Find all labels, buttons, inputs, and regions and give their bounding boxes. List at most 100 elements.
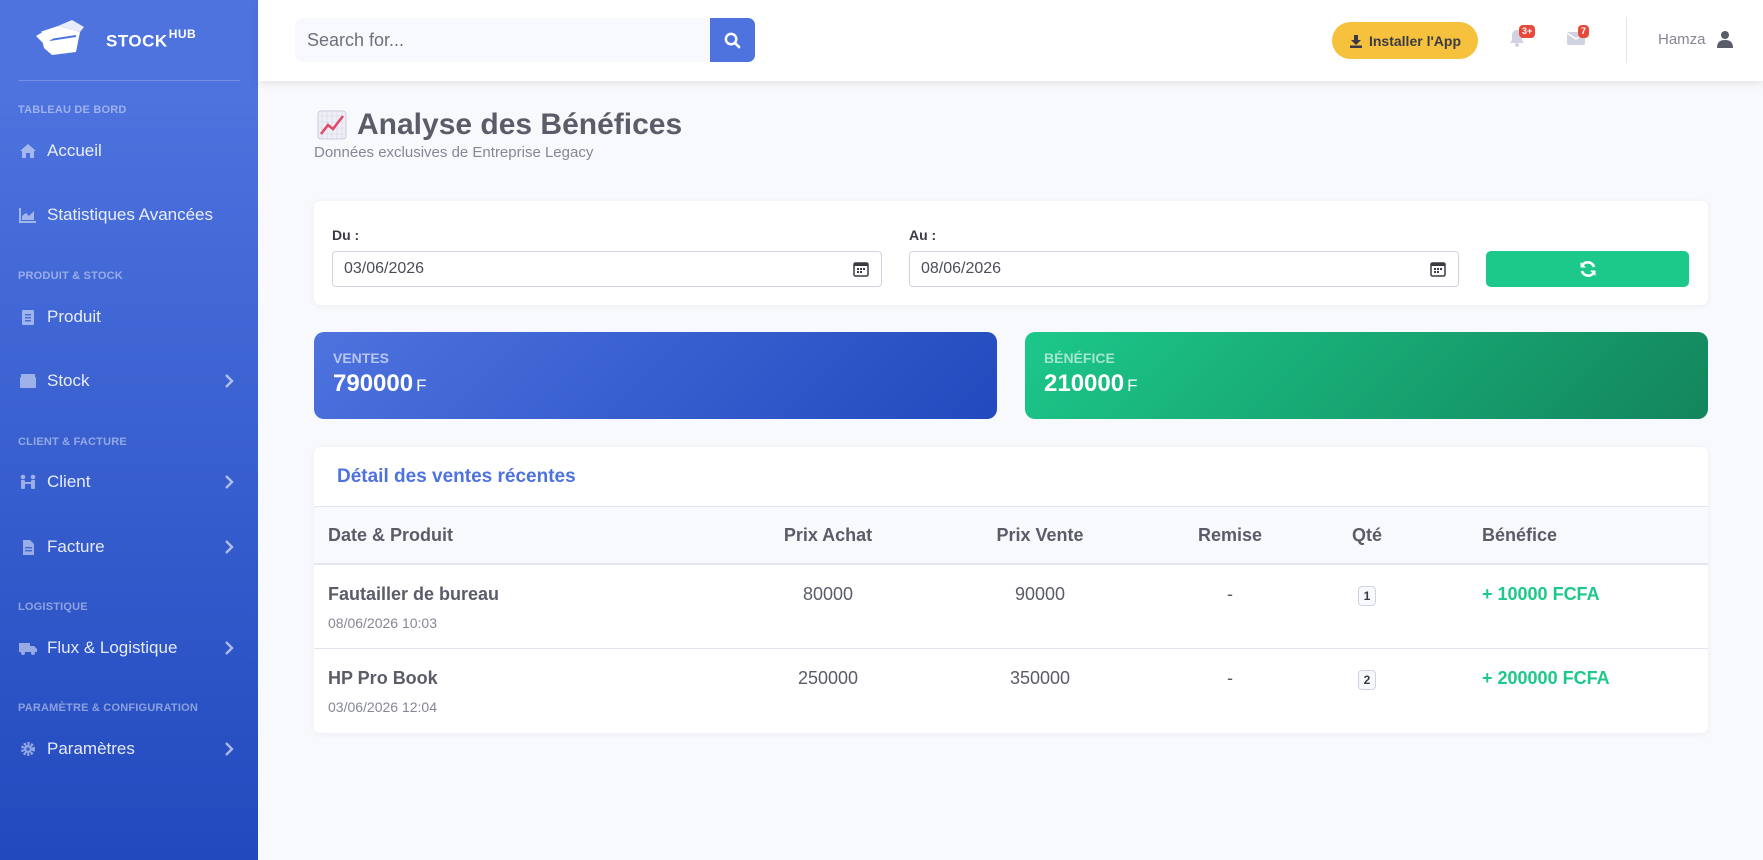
profit-total: 210000 F — [1044, 370, 1689, 398]
user-icon — [1716, 31, 1733, 48]
sidebar-heading-client-facture: CLIENT & FACTURE — [18, 436, 127, 448]
messages-button[interactable]: 7 — [1566, 25, 1590, 50]
qty-badge: 1 — [1357, 586, 1377, 606]
from-date-value: 03/06/2026 — [344, 260, 425, 277]
profit-summary-card: BÉNÉFICE 210000 F — [1025, 332, 1708, 419]
sidebar-item-label: Paramètres — [47, 739, 135, 758]
sidebar-item-flux-logistique[interactable]: Flux & Logistique — [0, 628, 258, 668]
column-header-remise: Remise — [1197, 524, 1263, 545]
from-date-label: Du : — [332, 227, 360, 243]
calendar-icon[interactable] — [853, 261, 869, 277]
calendar-icon[interactable] — [1430, 261, 1446, 277]
user-name: Hamza — [1658, 30, 1706, 48]
sale-date: 03/06/2026 12:04 — [328, 698, 437, 715]
sales-total: 790000 F — [333, 370, 978, 398]
profit-label: BÉNÉFICE — [1044, 350, 1115, 366]
column-header-prix-vente: Prix Vente — [996, 524, 1084, 545]
topbar-divider — [1626, 17, 1627, 63]
to-date-label: Au : — [909, 227, 937, 243]
chevron-right-icon — [225, 475, 234, 489]
date-filter-card: Du : 03/06/2026 Au : 08/06/2026 — [314, 201, 1708, 305]
gear-icon — [19, 741, 37, 757]
product-cell: HP Pro Book 03/06/2026 12:04 — [314, 648, 704, 732]
clipboard-icon — [19, 309, 37, 325]
prix-achat-cell: 250000 — [797, 667, 859, 688]
file-icon — [19, 539, 37, 555]
recent-sales-card: Détail des ventes récentes Date & Produi… — [314, 447, 1708, 733]
refresh-icon — [1580, 261, 1595, 277]
remise-cell: - — [1227, 584, 1233, 604]
truck-icon — [19, 640, 37, 656]
qty-badge: 2 — [1357, 669, 1377, 690]
page-title-text: Analyse des Bénéfices — [357, 108, 683, 141]
refresh-button[interactable] — [1486, 251, 1689, 287]
table-row: Fautailler de bureau 08/06/2026 10:03 80… — [314, 564, 1708, 648]
qty-cell: 1 — [1332, 564, 1402, 648]
to-date-input[interactable]: 08/06/2026 — [909, 251, 1459, 287]
box-logo-icon — [36, 18, 86, 63]
product-cell: Fautailler de bureau 08/06/2026 10:03 — [314, 564, 704, 648]
sidebar-item-accueil[interactable]: Accueil — [0, 131, 258, 171]
column-header-prix-achat: Prix Achat — [783, 524, 873, 545]
chart-area-icon — [19, 207, 37, 223]
qty-cell: 2 — [1332, 648, 1402, 732]
sales-unit: F — [416, 376, 427, 395]
people-icon — [19, 474, 37, 490]
search-input[interactable] — [295, 18, 711, 62]
chevron-right-icon — [225, 374, 234, 388]
sidebar-item-client[interactable]: Client — [0, 462, 258, 502]
product-name: HP Pro Book — [328, 667, 438, 688]
sidebar-heading-parametre: PARAMÈTRE & CONFIGURATION — [18, 702, 198, 714]
sales-summary-card: VENTES 790000 F — [314, 332, 997, 419]
sidebar-item-produit[interactable]: Produit — [0, 297, 258, 337]
profit-value: 210000 — [1044, 370, 1125, 397]
chevron-right-icon — [225, 540, 234, 554]
table-header-row: Date & Produit Prix Achat Prix Vente Rem… — [314, 507, 1708, 564]
search-button[interactable] — [710, 18, 755, 62]
sidebar-item-statistiques[interactable]: Statistiques Avancées — [0, 195, 258, 235]
install-app-label: Installer l'App — [1368, 32, 1461, 49]
sidebar-item-label: Accueil — [47, 141, 102, 160]
search-bar — [295, 18, 755, 62]
sidebar-item-label: Facture — [47, 537, 105, 556]
profit-unit: F — [1127, 376, 1138, 395]
page-title: Analyse des Bénéfices — [317, 108, 682, 142]
sidebar-item-label: Flux & Logistique — [47, 638, 178, 657]
column-header-date-produit: Date & Produit — [328, 524, 454, 545]
sidebar-item-label: Produit — [47, 307, 101, 326]
sidebar-item-label: Client — [47, 472, 91, 491]
messages-count-badge: 7 — [1578, 25, 1590, 38]
home-icon — [19, 143, 37, 159]
product-name: Fautailler de bureau — [328, 584, 500, 604]
alerts-count-badge: 3+ — [1519, 25, 1536, 38]
recent-sales-table: Date & Produit Prix Achat Prix Vente Rem… — [314, 507, 1708, 732]
brand[interactable]: STOCKHUB — [0, 0, 258, 80]
chevron-right-icon — [225, 641, 234, 655]
sidebar-heading-logistique: LOGISTIQUE — [18, 601, 88, 613]
benefice-cell: + 200000 FCFA — [1482, 667, 1610, 688]
column-header-benefice: Bénéfice — [1482, 524, 1558, 545]
prix-vente-cell: 90000 — [1014, 584, 1066, 604]
sidebar-divider — [18, 80, 240, 81]
recent-sales-title: Détail des ventes récentes — [314, 447, 1708, 507]
table-row: HP Pro Book 03/06/2026 12:04 250000 3500… — [314, 648, 1708, 732]
install-app-button[interactable]: Installer l'App — [1332, 22, 1478, 59]
sidebar-item-label: Stock — [47, 371, 90, 390]
alerts-button[interactable]: 3+ — [1507, 25, 1536, 50]
prix-vente-cell: 350000 — [1009, 667, 1071, 688]
from-date-input[interactable]: 03/06/2026 — [332, 251, 882, 287]
sidebar-item-parametres[interactable]: Paramètres — [0, 729, 258, 769]
to-date-value: 08/06/2026 — [921, 260, 1002, 277]
sale-date: 08/06/2026 10:03 — [328, 615, 437, 631]
page-subtitle: Données exclusives de Entreprise Legacy — [314, 144, 594, 161]
sidebar-item-stock[interactable]: Stock — [0, 361, 258, 401]
remise-cell: - — [1227, 667, 1233, 688]
topbar: Installer l'App 3+ 7 Hamza — [258, 0, 1763, 81]
user-menu[interactable]: Hamza — [1658, 30, 1734, 48]
benefice-cell: + 10000 FCFA — [1482, 584, 1600, 604]
sidebar-item-facture[interactable]: Facture — [0, 527, 258, 567]
column-header-qte: Qté — [1351, 524, 1382, 545]
download-icon — [1349, 34, 1362, 48]
sidebar-heading-dashboard: TABLEAU DE BORD — [18, 104, 127, 116]
sales-label: VENTES — [333, 350, 390, 366]
